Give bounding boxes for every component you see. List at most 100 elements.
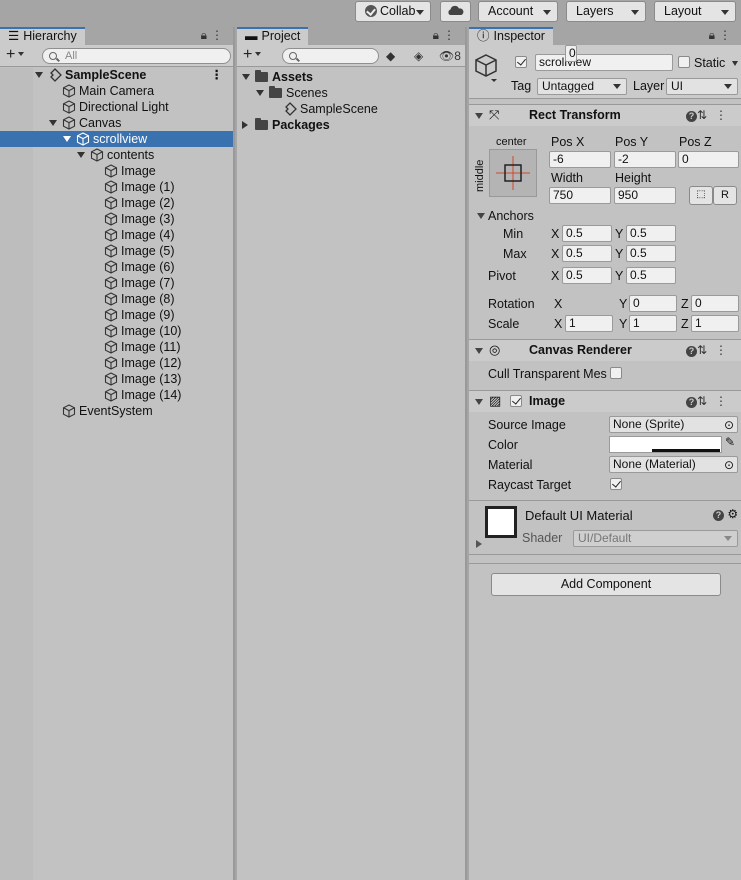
kebab-menu-icon[interactable]: ⋮ [719,28,735,42]
search-by-label-icon[interactable]: ◈ [414,49,423,63]
pos-y-field[interactable]: -2 [614,151,676,168]
kebab-menu-icon[interactable]: ⋮ [715,343,735,357]
presets-icon[interactable]: ⇅ [697,343,715,357]
collab-button[interactable]: Collab [355,1,431,22]
search-by-type-icon[interactable]: ◆ [386,49,395,63]
material-field[interactable]: None (Material) ⊙ [609,456,738,473]
fold-arrow-icon[interactable] [475,348,483,354]
anchor-presets-button[interactable] [489,149,537,197]
anchors-fold-arrow-icon[interactable] [477,213,485,219]
image-component-header[interactable]: ▨ Image ? ⇅⋮ [469,390,741,412]
project-item[interactable]: Packages [237,117,465,133]
pos-z-field[interactable]: 0 [678,151,739,168]
cloud-button[interactable] [440,1,471,22]
presets-icon[interactable]: ⇅ [697,108,715,122]
rect-transform-header[interactable]: ⤧ Rect Transform ? ⇅⋮ [469,104,741,126]
hierarchy-item[interactable]: Image (5) [0,243,233,259]
layout-dropdown[interactable]: Layout [654,1,736,22]
lock-icon[interactable]: 🔒︎ [201,28,211,42]
lock-icon[interactable]: 🔒︎ [433,28,443,42]
scale-x-field[interactable]: 1 [565,315,613,332]
kebab-menu-icon[interactable]: ⋮ [715,394,735,408]
hierarchy-item[interactable]: Image (10) [0,323,233,339]
rotation-y-field[interactable]: 0 [629,295,677,312]
raycast-target-checkbox[interactable] [610,478,622,490]
expand-arrow-icon[interactable] [242,121,248,129]
expand-arrow-icon[interactable] [35,72,43,78]
help-icon[interactable]: ? [685,397,697,408]
expand-arrow-icon[interactable] [63,136,71,142]
active-checkbox[interactable] [515,56,527,68]
static-dropdown-arrow-icon[interactable] [732,61,738,66]
tab-project[interactable]: ▬ Project [237,27,309,45]
rotation-z-field[interactable]: 0 [691,295,739,312]
pivot-x-field[interactable]: 0.5 [562,267,612,284]
hierarchy-item[interactable]: Image (3) [0,211,233,227]
tag-dropdown[interactable]: Untagged [537,78,627,95]
color-field[interactable] [609,436,722,453]
object-picker-icon[interactable]: ⊙ [724,418,734,433]
scale-z-field[interactable]: 1 [691,315,739,332]
create-button[interactable]: + [6,47,25,63]
help-icon[interactable]: ? [713,510,724,521]
hierarchy-item[interactable]: Image (8) [0,291,233,307]
hierarchy-item[interactable]: Main Camera [0,83,233,99]
canvas-renderer-header[interactable]: ◎ Canvas Renderer ? ⇅⋮ [469,339,741,361]
project-item[interactable]: Assets [237,69,465,85]
hierarchy-item[interactable]: Image (2) [0,195,233,211]
tab-hierarchy[interactable]: ☰ Hierarchy [0,27,85,45]
expand-arrow-icon[interactable] [242,74,250,80]
create-button[interactable]: + [243,47,262,63]
expand-arrow-icon[interactable] [256,90,264,96]
shader-dropdown[interactable]: UI/Default [573,530,738,547]
fold-arrow-icon[interactable] [475,113,483,119]
help-icon[interactable]: ? [685,111,697,122]
hidden-packages-toggle[interactable]: 👁︎8 [439,49,461,63]
eyedropper-icon[interactable]: ✎ [725,435,735,449]
expand-arrow-icon[interactable] [77,152,85,158]
source-image-field[interactable]: None (Sprite) ⊙ [609,416,738,433]
hierarchy-item[interactable]: EventSystem [0,403,233,419]
hierarchy-item[interactable]: Canvas [0,115,233,131]
gameobject-icon[interactable] [474,53,500,83]
project-search-input[interactable] [282,48,379,64]
kebab-menu-icon[interactable]: ⋮ [211,67,224,83]
hierarchy-item[interactable]: Image (14) [0,387,233,403]
tab-inspector[interactable]: ⓘ Inspector [469,27,553,45]
image-enabled-checkbox[interactable] [510,395,522,407]
project-item[interactable]: Scenes [237,85,465,101]
raw-edit-button[interactable]: R [713,186,737,205]
hierarchy-item[interactable]: Image (13) [0,371,233,387]
hierarchy-item[interactable]: Image [0,163,233,179]
kebab-menu-icon[interactable]: ⋮ [715,108,735,122]
project-item[interactable]: SampleScene [237,101,465,117]
presets-icon[interactable]: ⇅ [697,394,715,408]
kebab-menu-icon[interactable]: ⋮ [443,28,459,42]
cull-transparent-checkbox[interactable] [610,367,622,379]
hierarchy-item[interactable]: Image (11) [0,339,233,355]
object-picker-icon[interactable]: ⊙ [724,458,734,473]
hierarchy-item[interactable]: contents [0,147,233,163]
material-fold-arrow-icon[interactable] [476,540,482,548]
hierarchy-item[interactable]: Image (6) [0,259,233,275]
hierarchy-item[interactable]: Image (4) [0,227,233,243]
height-field[interactable]: 950 [614,187,676,204]
gear-icon[interactable]: ⚙ [727,507,738,521]
anchor-min-x-field[interactable]: 0.5 [562,225,612,242]
layer-dropdown[interactable]: UI [666,78,738,95]
rotation-x-field[interactable]: 0 [565,45,577,62]
anchor-max-x-field[interactable]: 0.5 [562,245,612,262]
hierarchy-item[interactable]: SampleScene ⋮ [0,67,233,83]
hierarchy-item[interactable]: Image (7) [0,275,233,291]
hierarchy-item[interactable]: Image (12) [0,355,233,371]
hierarchy-item[interactable]: Image (9) [0,307,233,323]
object-name-field[interactable]: scrollview [535,54,673,71]
pos-x-field[interactable]: -6 [549,151,611,168]
pivot-y-field[interactable]: 0.5 [626,267,676,284]
expand-arrow-icon[interactable] [49,120,57,126]
fold-arrow-icon[interactable] [475,399,483,405]
hierarchy-item[interactable]: Directional Light [0,99,233,115]
hierarchy-item-selected[interactable]: scrollview [0,131,233,147]
anchor-max-y-field[interactable]: 0.5 [626,245,676,262]
anchor-min-y-field[interactable]: 0.5 [626,225,676,242]
